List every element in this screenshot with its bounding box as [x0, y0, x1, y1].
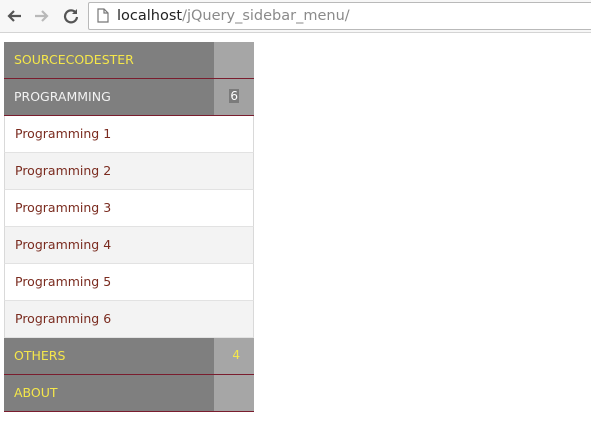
back-arrow-icon[interactable] [5, 6, 25, 26]
menu-item-others[interactable]: OTHERS 4 [4, 338, 254, 375]
count-badge: 4 [232, 348, 240, 362]
url-path: /jQuery_sidebar_menu/ [182, 8, 350, 24]
sidebar-menu: SOURCECODESTER PROGRAMMING 6 Programming… [4, 42, 254, 412]
menu-item-sourcecodester[interactable]: SOURCECODESTER [4, 42, 254, 79]
menu-item-about[interactable]: ABOUT [4, 375, 254, 412]
menu-item-label: OTHERS [14, 348, 66, 363]
submenu-item-programming-3[interactable]: Programming 3 [4, 190, 254, 227]
url-text[interactable]: localhost/jQuery_sidebar_menu/ [117, 6, 350, 26]
reload-icon[interactable] [61, 6, 81, 26]
menu-item-label: PROGRAMMING [14, 89, 111, 104]
menu-item-label: SOURCECODESTER [14, 52, 134, 67]
menu-item-label: ABOUT [14, 385, 58, 400]
submenu-item-programming-5[interactable]: Programming 5 [4, 264, 254, 301]
menu-item-side-panel: 4 [214, 338, 254, 374]
count-badge: 6 [229, 89, 239, 103]
menu-item-side-panel [214, 42, 254, 78]
submenu-item-programming-6[interactable]: Programming 6 [4, 301, 254, 338]
url-host: localhost [117, 8, 183, 24]
page-icon [97, 8, 109, 27]
submenu-item-programming-1[interactable]: Programming 1 [4, 116, 254, 153]
submenu-item-programming-2[interactable]: Programming 2 [4, 153, 254, 190]
submenu-item-programming-4[interactable]: Programming 4 [4, 227, 254, 264]
forward-arrow-icon[interactable] [31, 6, 51, 26]
address-bar[interactable]: localhost/jQuery_sidebar_menu/ [88, 2, 591, 30]
browser-toolbar: localhost/jQuery_sidebar_menu/ [0, 0, 591, 33]
menu-item-side-panel [214, 375, 254, 411]
menu-item-side-panel: 6 [214, 79, 254, 115]
menu-item-programming[interactable]: PROGRAMMING 6 [4, 79, 254, 116]
